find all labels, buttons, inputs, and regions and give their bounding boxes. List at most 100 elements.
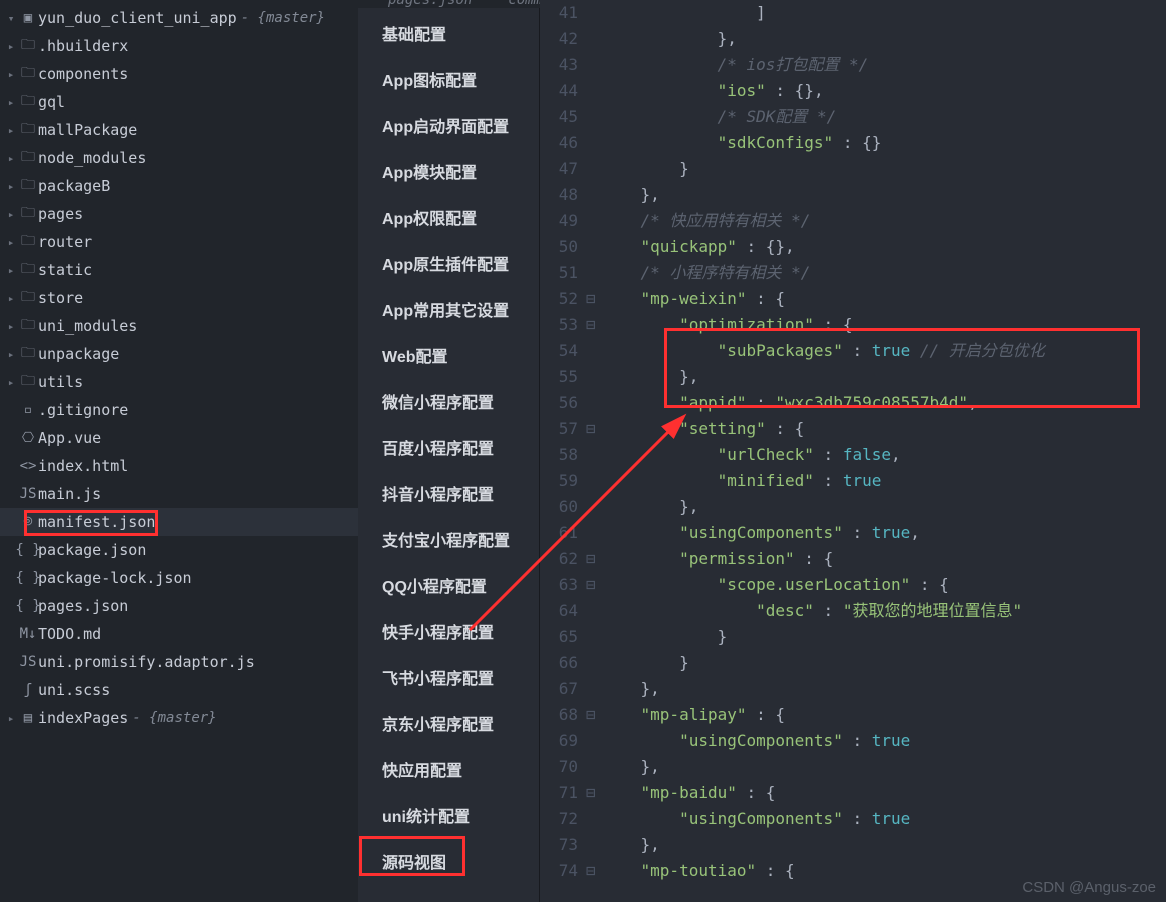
folder-item[interactable]: ▸🗀packageB [0,172,358,200]
folder-item[interactable]: ▸🗀pages [0,200,358,228]
file-item[interactable]: { }pages.json [0,592,358,620]
code-line[interactable]: }, [602,754,1166,780]
code-line[interactable]: } [602,624,1166,650]
file-icon: ⌾ [18,514,38,530]
chevron-right-icon: ▸ [4,152,18,165]
project-indexpages[interactable]: ▸ ▤ indexPages - {master} [0,704,358,732]
folder-item[interactable]: ▸🗀static [0,256,358,284]
config-section-item[interactable]: QQ小程序配置 [358,562,539,608]
code-line[interactable]: } [602,156,1166,182]
chevron-right-icon: ▸ [4,348,18,361]
project-root[interactable]: ▾ ▣ yun_duo_client_uni_app - {master} [0,4,358,32]
code-line[interactable]: "usingComponents" : true [602,728,1166,754]
code-line[interactable]: "optimization" : { [602,312,1166,338]
folder-item[interactable]: ▸🗀gql [0,88,358,116]
folder-item[interactable]: ▸🗀store [0,284,358,312]
file-item[interactable]: JSmain.js [0,480,358,508]
code-line[interactable]: "mp-weixin" : { [602,286,1166,312]
config-section-item[interactable]: App原生插件配置 [358,240,539,286]
item-label: pages [38,205,83,223]
file-item[interactable]: JSuni.promisify.adaptor.js [0,648,358,676]
file-item[interactable]: ⎔App.vue [0,424,358,452]
editor-tab[interactable]: pages.json [370,0,490,8]
config-section-item[interactable]: App常用其它设置 [358,286,539,332]
config-section-item[interactable]: 百度小程序配置 [358,424,539,470]
config-section-item[interactable]: 抖音小程序配置 [358,470,539,516]
code-line[interactable]: "minified" : true [602,468,1166,494]
file-item[interactable]: M↓TODO.md [0,620,358,648]
code-line[interactable]: /* 快应用特有相关 */ [602,208,1166,234]
code-line[interactable]: "urlCheck" : false, [602,442,1166,468]
folder-item[interactable]: ▸🗀router [0,228,358,256]
code-line[interactable]: "ios" : {}, [602,78,1166,104]
file-explorer[interactable]: ▾ ▣ yun_duo_client_uni_app - {master} ▸🗀… [0,0,358,902]
item-label: static [38,261,92,279]
config-section-item[interactable]: App启动界面配置 [358,102,539,148]
folder-icon: 🗀 [18,90,38,114]
config-section-item[interactable]: 源码视图 [358,838,539,884]
code-line[interactable]: }, [602,26,1166,52]
folder-item[interactable]: ▸🗀.hbuilderx [0,32,358,60]
code-line[interactable]: ] [602,0,1166,26]
code-line[interactable]: }, [602,364,1166,390]
file-icon: JS [18,654,38,670]
file-item[interactable]: ʃuni.scss [0,676,358,704]
code-line[interactable]: }, [602,182,1166,208]
code-line[interactable]: "quickapp" : {}, [602,234,1166,260]
manifest-config-sidebar[interactable]: 基础配置App图标配置App启动界面配置App模块配置App权限配置App原生插… [358,0,540,902]
config-section-item[interactable]: App权限配置 [358,194,539,240]
code-line[interactable]: "scope.userLocation" : { [602,572,1166,598]
config-section-item[interactable]: Web配置 [358,332,539,378]
file-item[interactable]: ▫.gitignore [0,396,358,424]
code-body[interactable]: ] }, /* ios打包配置 */ "ios" : {}, /* SDK配置 … [602,0,1166,902]
chevron-right-icon: ▸ [4,124,18,137]
code-line[interactable]: "permission" : { [602,546,1166,572]
file-item[interactable]: { }package-lock.json [0,564,358,592]
code-line[interactable]: /* 小程序特有相关 */ [602,260,1166,286]
config-section-item[interactable]: 微信小程序配置 [358,378,539,424]
code-line[interactable]: "sdkConfigs" : {} [602,130,1166,156]
config-section-item[interactable]: 京东小程序配置 [358,700,539,746]
code-line[interactable]: /* ios打包配置 */ [602,52,1166,78]
code-line[interactable]: }, [602,676,1166,702]
code-line[interactable]: /* SDK配置 */ [602,104,1166,130]
code-editor[interactable]: 4142434445464748495051525354555657585960… [540,0,1166,902]
folder-icon: 🗀 [18,314,38,338]
file-item[interactable]: { }package.json [0,536,358,564]
folder-icon: 🗀 [18,146,38,170]
config-section-item[interactable]: 支付宝小程序配置 [358,516,539,562]
code-line[interactable]: "appid" : "wxc3db759c08557b4d", [602,390,1166,416]
code-line[interactable]: "subPackages" : true // 开启分包优化 [602,338,1166,364]
project-icon: ▣ [18,10,38,26]
folder-item[interactable]: ▸🗀uni_modules [0,312,358,340]
code-line[interactable]: "mp-alipay" : { [602,702,1166,728]
code-line[interactable]: "mp-baidu" : { [602,780,1166,806]
item-label: router [38,233,92,251]
folder-item[interactable]: ▸🗀utils [0,368,358,396]
code-line[interactable]: "setting" : { [602,416,1166,442]
config-section-item[interactable]: 快应用配置 [358,746,539,792]
folder-item[interactable]: ▸🗀unpackage [0,340,358,368]
config-section-item[interactable]: App模块配置 [358,148,539,194]
code-line[interactable]: "usingComponents" : true [602,806,1166,832]
code-line[interactable]: }, [602,494,1166,520]
code-line[interactable]: } [602,650,1166,676]
chevron-right-icon: ▸ [4,68,18,81]
item-label: manifest.json [38,513,155,531]
config-section-item[interactable]: uni统计配置 [358,792,539,838]
config-section-item[interactable]: App图标配置 [358,56,539,102]
folder-item[interactable]: ▸🗀components [0,60,358,88]
folder-icon: 🗀 [18,34,38,58]
code-line[interactable]: "usingComponents" : true, [602,520,1166,546]
file-item[interactable]: <>index.html [0,452,358,480]
file-item[interactable]: ⌾manifest.json [0,508,358,536]
item-label: mallPackage [38,121,137,139]
config-section-item[interactable]: 基础配置 [358,10,539,56]
file-icon: ʃ [18,682,38,698]
code-line[interactable]: }, [602,832,1166,858]
code-line[interactable]: "desc" : "获取您的地理位置信息" [602,598,1166,624]
folder-item[interactable]: ▸🗀node_modules [0,144,358,172]
config-section-item[interactable]: 飞书小程序配置 [358,654,539,700]
config-section-item[interactable]: 快手小程序配置 [358,608,539,654]
folder-item[interactable]: ▸🗀mallPackage [0,116,358,144]
